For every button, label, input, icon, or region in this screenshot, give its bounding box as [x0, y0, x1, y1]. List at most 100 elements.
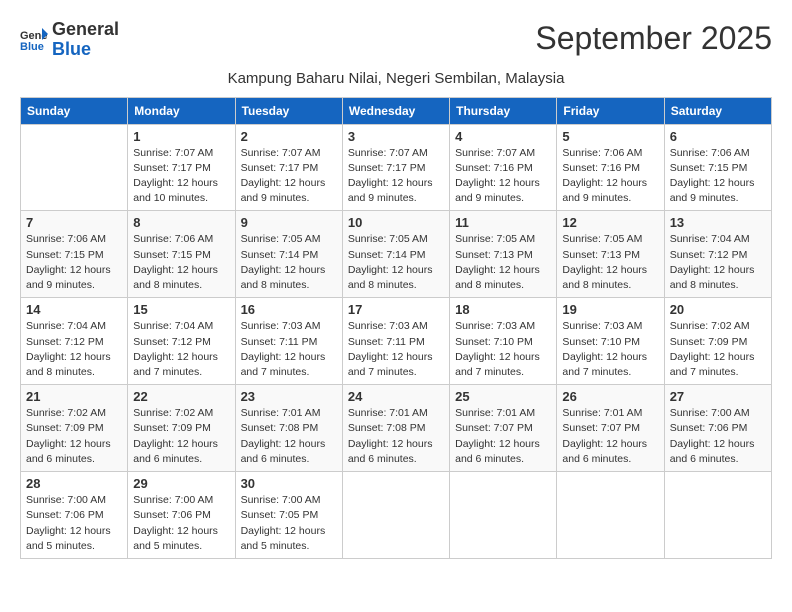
day-number: 30	[241, 476, 337, 491]
calendar-day-header: Sunday	[21, 97, 128, 124]
day-number: 3	[348, 129, 444, 144]
day-number: 29	[133, 476, 229, 491]
day-info: Sunrise: 7:05 AM Sunset: 7:14 PM Dayligh…	[348, 232, 444, 293]
day-number: 12	[562, 215, 658, 230]
calendar-week-row: 14Sunrise: 7:04 AM Sunset: 7:12 PM Dayli…	[21, 298, 772, 385]
day-info: Sunrise: 7:04 AM Sunset: 7:12 PM Dayligh…	[670, 232, 766, 293]
day-info: Sunrise: 7:07 AM Sunset: 7:16 PM Dayligh…	[455, 146, 551, 207]
calendar-day-header: Thursday	[450, 97, 557, 124]
calendar-cell: 1 Sunrise: 7:07 AM Sunset: 7:17 PM Daylig…	[128, 124, 235, 211]
calendar-cell: 24 Sunrise: 7:01 AM Sunset: 7:08 PM Dayli…	[342, 385, 449, 472]
calendar-cell: 14Sunrise: 7:04 AM Sunset: 7:12 PM Dayli…	[21, 298, 128, 385]
calendar-cell: 19 Sunrise: 7:03 AM Sunset: 7:10 PM Dayli…	[557, 298, 664, 385]
day-number: 6	[670, 129, 766, 144]
calendar-cell: 13 Sunrise: 7:04 AM Sunset: 7:12 PM Dayli…	[664, 211, 771, 298]
calendar-table: SundayMondayTuesdayWednesdayThursdayFrid…	[20, 97, 772, 559]
day-info: Sunrise: 7:05 AM Sunset: 7:13 PM Dayligh…	[562, 232, 658, 293]
day-info: Sunrise: 7:04 AM Sunset: 7:12 PM Dayligh…	[26, 319, 122, 380]
calendar-cell: 20 Sunrise: 7:02 AM Sunset: 7:09 PM Dayli…	[664, 298, 771, 385]
day-info: Sunrise: 7:07 AM Sunset: 7:17 PM Dayligh…	[348, 146, 444, 207]
calendar-body: 1 Sunrise: 7:07 AM Sunset: 7:17 PM Daylig…	[21, 124, 772, 558]
day-number: 13	[670, 215, 766, 230]
day-number: 23	[241, 389, 337, 404]
day-info: Sunrise: 7:05 AM Sunset: 7:13 PM Dayligh…	[455, 232, 551, 293]
calendar-cell: 27Sunrise: 7:00 AM Sunset: 7:06 PM Dayli…	[664, 385, 771, 472]
day-number: 19	[562, 302, 658, 317]
day-info: Sunrise: 7:02 AM Sunset: 7:09 PM Dayligh…	[133, 406, 229, 467]
month-title: September 2025	[535, 20, 772, 57]
logo-blue: Blue	[52, 39, 91, 59]
day-number: 16	[241, 302, 337, 317]
day-info: Sunrise: 7:03 AM Sunset: 7:11 PM Dayligh…	[241, 319, 337, 380]
calendar-week-row: 1 Sunrise: 7:07 AM Sunset: 7:17 PM Daylig…	[21, 124, 772, 211]
calendar-cell: 9 Sunrise: 7:05 AM Sunset: 7:14 PM Daylig…	[235, 211, 342, 298]
calendar-day-header: Friday	[557, 97, 664, 124]
calendar-week-row: 21 Sunrise: 7:02 AM Sunset: 7:09 PM Dayli…	[21, 385, 772, 472]
calendar-cell: 17Sunrise: 7:03 AM Sunset: 7:11 PM Dayli…	[342, 298, 449, 385]
day-number: 1	[133, 129, 229, 144]
calendar-cell: 15 Sunrise: 7:04 AM Sunset: 7:12 PM Dayli…	[128, 298, 235, 385]
day-info: Sunrise: 7:00 AM Sunset: 7:06 PM Dayligh…	[133, 493, 229, 554]
day-number: 18	[455, 302, 551, 317]
day-info: Sunrise: 7:05 AM Sunset: 7:14 PM Dayligh…	[241, 232, 337, 293]
day-info: Sunrise: 7:01 AM Sunset: 7:08 PM Dayligh…	[348, 406, 444, 467]
calendar-cell: 11 Sunrise: 7:05 AM Sunset: 7:13 PM Dayli…	[450, 211, 557, 298]
day-number: 4	[455, 129, 551, 144]
calendar-cell	[450, 472, 557, 559]
day-info: Sunrise: 7:02 AM Sunset: 7:09 PM Dayligh…	[670, 319, 766, 380]
calendar-cell: 8Sunrise: 7:06 AM Sunset: 7:15 PM Daylig…	[128, 211, 235, 298]
day-number: 7	[26, 215, 122, 230]
day-info: Sunrise: 7:07 AM Sunset: 7:17 PM Dayligh…	[133, 146, 229, 207]
day-number: 20	[670, 302, 766, 317]
day-info: Sunrise: 7:01 AM Sunset: 7:08 PM Dayligh…	[241, 406, 337, 467]
calendar-cell	[557, 472, 664, 559]
calendar-cell: 2Sunrise: 7:07 AM Sunset: 7:17 PM Daylig…	[235, 124, 342, 211]
day-number: 25	[455, 389, 551, 404]
calendar-cell: 30Sunrise: 7:00 AM Sunset: 7:05 PM Dayli…	[235, 472, 342, 559]
logo-general: General	[52, 19, 119, 39]
calendar-cell: 5Sunrise: 7:06 AM Sunset: 7:16 PM Daylig…	[557, 124, 664, 211]
calendar-day-header: Wednesday	[342, 97, 449, 124]
calendar-day-header: Saturday	[664, 97, 771, 124]
day-number: 24	[348, 389, 444, 404]
logo-icon: General Blue	[20, 26, 48, 54]
day-number: 22	[133, 389, 229, 404]
day-info: Sunrise: 7:01 AM Sunset: 7:07 PM Dayligh…	[562, 406, 658, 467]
calendar-cell: 28 Sunrise: 7:00 AM Sunset: 7:06 PM Dayli…	[21, 472, 128, 559]
day-info: Sunrise: 7:00 AM Sunset: 7:06 PM Dayligh…	[670, 406, 766, 467]
day-number: 9	[241, 215, 337, 230]
day-info: Sunrise: 7:06 AM Sunset: 7:15 PM Dayligh…	[670, 146, 766, 207]
day-info: Sunrise: 7:01 AM Sunset: 7:07 PM Dayligh…	[455, 406, 551, 467]
calendar-cell	[21, 124, 128, 211]
day-info: Sunrise: 7:06 AM Sunset: 7:16 PM Dayligh…	[562, 146, 658, 207]
day-number: 21	[26, 389, 122, 404]
calendar-cell: 4 Sunrise: 7:07 AM Sunset: 7:16 PM Daylig…	[450, 124, 557, 211]
day-number: 17	[348, 302, 444, 317]
calendar-cell: 29 Sunrise: 7:00 AM Sunset: 7:06 PM Dayli…	[128, 472, 235, 559]
calendar-cell: 10 Sunrise: 7:05 AM Sunset: 7:14 PM Dayli…	[342, 211, 449, 298]
day-number: 10	[348, 215, 444, 230]
calendar-cell: 26Sunrise: 7:01 AM Sunset: 7:07 PM Dayli…	[557, 385, 664, 472]
calendar-cell: 12 Sunrise: 7:05 AM Sunset: 7:13 PM Dayli…	[557, 211, 664, 298]
day-info: Sunrise: 7:07 AM Sunset: 7:17 PM Dayligh…	[241, 146, 337, 207]
calendar-cell: 25 Sunrise: 7:01 AM Sunset: 7:07 PM Dayli…	[450, 385, 557, 472]
svg-text:Blue: Blue	[20, 41, 44, 53]
day-number: 11	[455, 215, 551, 230]
calendar-day-header: Monday	[128, 97, 235, 124]
day-number: 28	[26, 476, 122, 491]
day-info: Sunrise: 7:03 AM Sunset: 7:10 PM Dayligh…	[562, 319, 658, 380]
calendar-cell: 22 Sunrise: 7:02 AM Sunset: 7:09 PM Dayli…	[128, 385, 235, 472]
calendar-cell: 7Sunrise: 7:06 AM Sunset: 7:15 PM Daylig…	[21, 211, 128, 298]
calendar-cell	[342, 472, 449, 559]
logo: General Blue General Blue	[20, 20, 119, 60]
day-info: Sunrise: 7:00 AM Sunset: 7:06 PM Dayligh…	[26, 493, 122, 554]
calendar-cell: 3 Sunrise: 7:07 AM Sunset: 7:17 PM Daylig…	[342, 124, 449, 211]
location-subtitle: Kampung Baharu Nilai, Negeri Sembilan, M…	[20, 70, 772, 87]
calendar-header-row: SundayMondayTuesdayWednesdayThursdayFrid…	[21, 97, 772, 124]
day-info: Sunrise: 7:02 AM Sunset: 7:09 PM Dayligh…	[26, 406, 122, 467]
day-number: 15	[133, 302, 229, 317]
day-number: 8	[133, 215, 229, 230]
calendar-cell: 18Sunrise: 7:03 AM Sunset: 7:10 PM Dayli…	[450, 298, 557, 385]
calendar-day-header: Tuesday	[235, 97, 342, 124]
day-info: Sunrise: 7:04 AM Sunset: 7:12 PM Dayligh…	[133, 319, 229, 380]
